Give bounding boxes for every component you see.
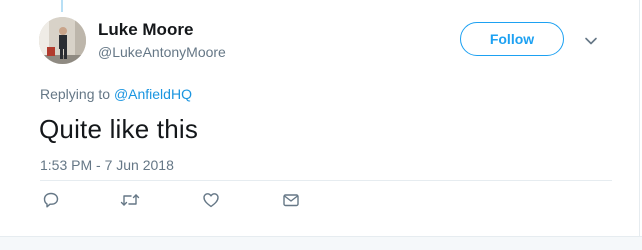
avatar-photo-icon <box>39 17 86 64</box>
direct-message-button[interactable] <box>281 190 301 210</box>
author-handle[interactable]: @LukeAntonyMoore <box>98 44 226 60</box>
retweet-icon <box>120 194 140 206</box>
avatar[interactable] <box>39 17 86 64</box>
author-name[interactable]: Luke Moore <box>98 20 193 40</box>
card-footer-band <box>0 236 642 250</box>
retweet-button[interactable] <box>120 190 140 210</box>
replying-to-line: Replying to @AnfieldHQ <box>40 86 192 102</box>
like-button[interactable] <box>201 190 221 210</box>
divider <box>40 180 612 181</box>
heart-icon <box>203 193 219 208</box>
reply-button[interactable] <box>41 190 61 210</box>
replying-to-link[interactable]: @AnfieldHQ <box>114 86 192 102</box>
replying-prefix: Replying to <box>40 86 111 102</box>
tweet-text: Quite like this <box>39 114 199 144</box>
card-right-border <box>639 0 640 236</box>
reply-icon <box>43 192 59 208</box>
thread-connector-line <box>61 0 63 12</box>
tweet-timestamp[interactable]: 1:53 PM - 7 Jun 2018 <box>40 157 174 173</box>
chevron-down-icon <box>585 37 597 45</box>
envelope-icon <box>283 194 299 207</box>
follow-button[interactable]: Follow <box>460 22 564 56</box>
more-options-button[interactable] <box>582 32 600 50</box>
